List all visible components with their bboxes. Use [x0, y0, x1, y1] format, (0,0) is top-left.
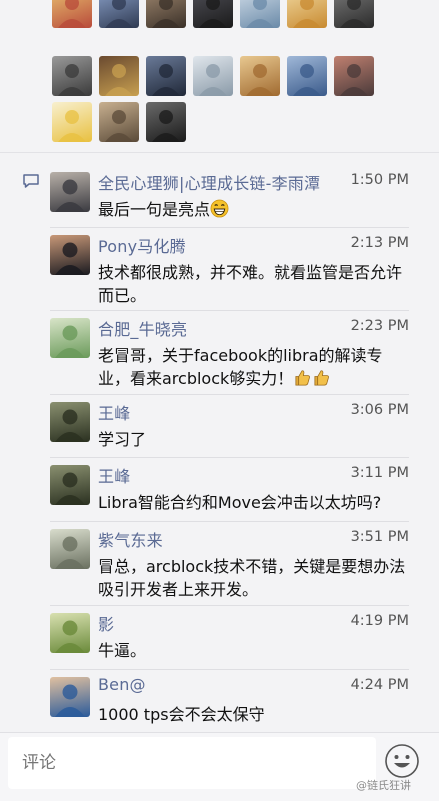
- liker-avatar-10[interactable]: [146, 56, 186, 96]
- comment-time: 3:51 PM: [350, 529, 409, 545]
- liker-avatar-9[interactable]: [99, 56, 139, 96]
- thumbs-up-emoji-icon: [293, 368, 312, 393]
- watermark: @链氏狂讲: [356, 779, 411, 792]
- commenter-name[interactable]: 王峰: [98, 463, 130, 487]
- comment-time: 2:13 PM: [350, 235, 409, 251]
- comment-time: 4:24 PM: [350, 677, 409, 693]
- commenter-name[interactable]: Ben@: [98, 675, 146, 694]
- divider-line: [50, 394, 409, 395]
- comment-text: 牛逼。: [98, 639, 414, 662]
- liker-avatar-1[interactable]: [52, 0, 92, 28]
- commenter-name[interactable]: Pony马化腾: [98, 233, 186, 257]
- comment-time: 3:06 PM: [350, 402, 409, 418]
- commenter-name[interactable]: 影: [98, 611, 114, 635]
- smiley-face-icon[interactable]: [384, 743, 420, 779]
- commenter-avatar[interactable]: [50, 318, 90, 358]
- comment-text-content: 1000 tps会不会太保守: [98, 705, 265, 724]
- comment-bubble-icon: [23, 174, 39, 188]
- commenter-avatar[interactable]: [50, 402, 90, 442]
- comment-text: 冒总，arcblock技术不错，关键是要想办法吸引开发者上来开发。: [98, 555, 414, 601]
- liker-avatar-11[interactable]: [193, 56, 233, 96]
- commenter-name[interactable]: 紫气东来: [98, 527, 163, 551]
- comment-text-content: 技术都很成熟，并不难。就看监管是否允许而已。: [98, 263, 403, 305]
- liker-avatar-6[interactable]: [287, 0, 327, 28]
- comment-text-content: 最后一句是亮点: [98, 200, 211, 219]
- liker-avatar-17[interactable]: [146, 102, 186, 142]
- commenter-avatar[interactable]: [50, 677, 90, 717]
- comment-text: 1000 tps会不会太保守: [98, 703, 414, 726]
- divider-line: [50, 457, 409, 458]
- liker-avatar-14[interactable]: [334, 56, 374, 96]
- comment-text: 技术都很成熟，并不难。就看监管是否允许而已。: [98, 261, 414, 307]
- comment-time: 2:23 PM: [350, 318, 409, 334]
- liker-avatar-2[interactable]: [99, 0, 139, 28]
- comment-text-content: Libra智能合约和Move会冲击以太坊吗?: [98, 493, 382, 512]
- commenter-avatar[interactable]: [50, 529, 90, 569]
- divider-line: [50, 521, 409, 522]
- comment-text: 最后一句是亮点: [98, 198, 414, 224]
- commenter-avatar[interactable]: [50, 465, 90, 505]
- likes-panel: [0, 0, 439, 152]
- comment-text-content: 老冒哥，关于facebook的libra的解读专业，看来arcblock够实力！: [98, 346, 383, 388]
- comment-text: 老冒哥，关于facebook的libra的解读专业，看来arcblock够实力！: [98, 344, 414, 393]
- divider-line: [50, 310, 409, 311]
- liker-avatar-5[interactable]: [240, 0, 280, 28]
- commenter-avatar[interactable]: [50, 172, 90, 212]
- commenter-avatar[interactable]: [50, 235, 90, 275]
- liker-avatar-12[interactable]: [240, 56, 280, 96]
- comment-text-content: 牛逼。: [98, 641, 147, 660]
- commenter-name[interactable]: 合肥_牛晓亮: [98, 316, 187, 340]
- comment-text: Libra智能合约和Move会冲击以太坊吗?: [98, 491, 414, 514]
- divider-line: [50, 605, 409, 606]
- commenter-name[interactable]: 全民心理狮|心理成长链-李雨潭: [98, 170, 320, 194]
- commenter-name[interactable]: 王峰: [98, 400, 130, 424]
- liker-avatar-4[interactable]: [193, 0, 233, 28]
- thumbs-up-emoji-icon: [312, 368, 331, 393]
- liker-avatar-13[interactable]: [287, 56, 327, 96]
- divider-line: [50, 669, 409, 670]
- liker-avatar-15[interactable]: [52, 102, 92, 142]
- comment-text-content: 冒总，arcblock技术不错，关键是要想办法吸引开发者上来开发。: [98, 557, 406, 599]
- comment-time: 4:19 PM: [350, 613, 409, 629]
- liker-avatar-7[interactable]: [334, 0, 374, 28]
- comment-text-content: 学习了: [98, 430, 147, 449]
- comment-input[interactable]: [8, 737, 376, 789]
- divider-line: [50, 227, 409, 228]
- liker-avatar-16[interactable]: [99, 102, 139, 142]
- comment-time: 3:11 PM: [350, 465, 409, 481]
- comment-text: 学习了: [98, 428, 414, 451]
- liker-avatar-8[interactable]: [52, 56, 92, 96]
- grin-emoji-icon: [210, 199, 229, 224]
- liker-avatar-3[interactable]: [146, 0, 186, 28]
- commenter-avatar[interactable]: [50, 613, 90, 653]
- comment-time: 1:50 PM: [350, 172, 409, 188]
